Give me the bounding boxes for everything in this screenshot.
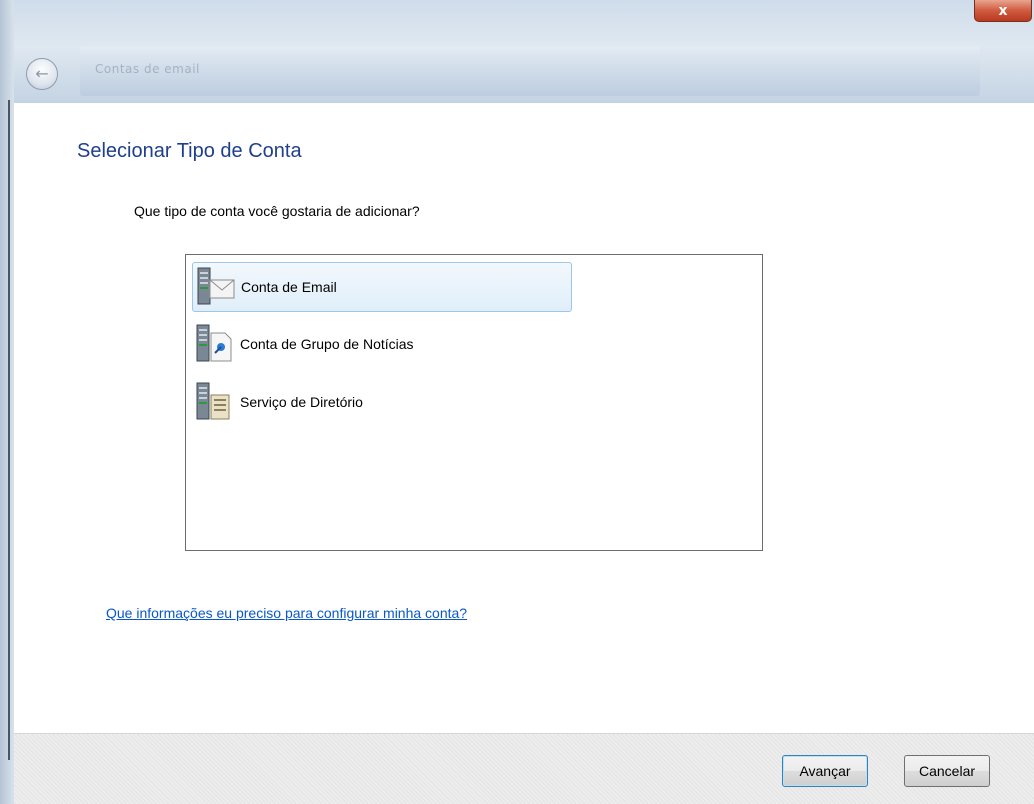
help-link[interactable]: Que informações eu preciso para configur… xyxy=(106,605,467,621)
back-button[interactable]: ← xyxy=(26,58,58,90)
close-button[interactable]: x xyxy=(974,0,1032,22)
title-bar: Contas de email ← x xyxy=(0,0,1034,103)
server-mail-icon xyxy=(195,266,237,308)
list-item-label: Conta de Email xyxy=(241,279,337,295)
button-bar xyxy=(14,733,1034,804)
dialog-window: Contas de email ← x Selecionar Tipo de C… xyxy=(0,0,1034,804)
server-directory-icon xyxy=(194,381,236,423)
window-left-border xyxy=(0,0,14,804)
list-item-label: Serviço de Diretório xyxy=(240,394,363,410)
window-title: Contas de email xyxy=(95,62,200,76)
next-button[interactable]: Avançar xyxy=(782,755,868,787)
question-label: Que tipo de conta você gostaria de adici… xyxy=(134,203,420,219)
page-title: Selecionar Tipo de Conta xyxy=(77,140,302,162)
close-icon: x xyxy=(998,2,1008,19)
title-bar-glass xyxy=(80,46,980,96)
list-item-email-account[interactable]: Conta de Email xyxy=(192,262,572,312)
list-item-label: Conta de Grupo de Notícias xyxy=(240,336,414,352)
cancel-button[interactable]: Cancelar xyxy=(904,755,990,787)
back-arrow-icon: ← xyxy=(35,64,49,83)
server-news-icon xyxy=(194,323,236,365)
account-type-list[interactable]: Conta de Email Conta de Grupo de Notícia… xyxy=(185,254,763,551)
list-item-newsgroup-account[interactable]: Conta de Grupo de Notícias xyxy=(192,319,572,369)
list-item-directory-service[interactable]: Serviço de Diretório xyxy=(192,377,572,427)
